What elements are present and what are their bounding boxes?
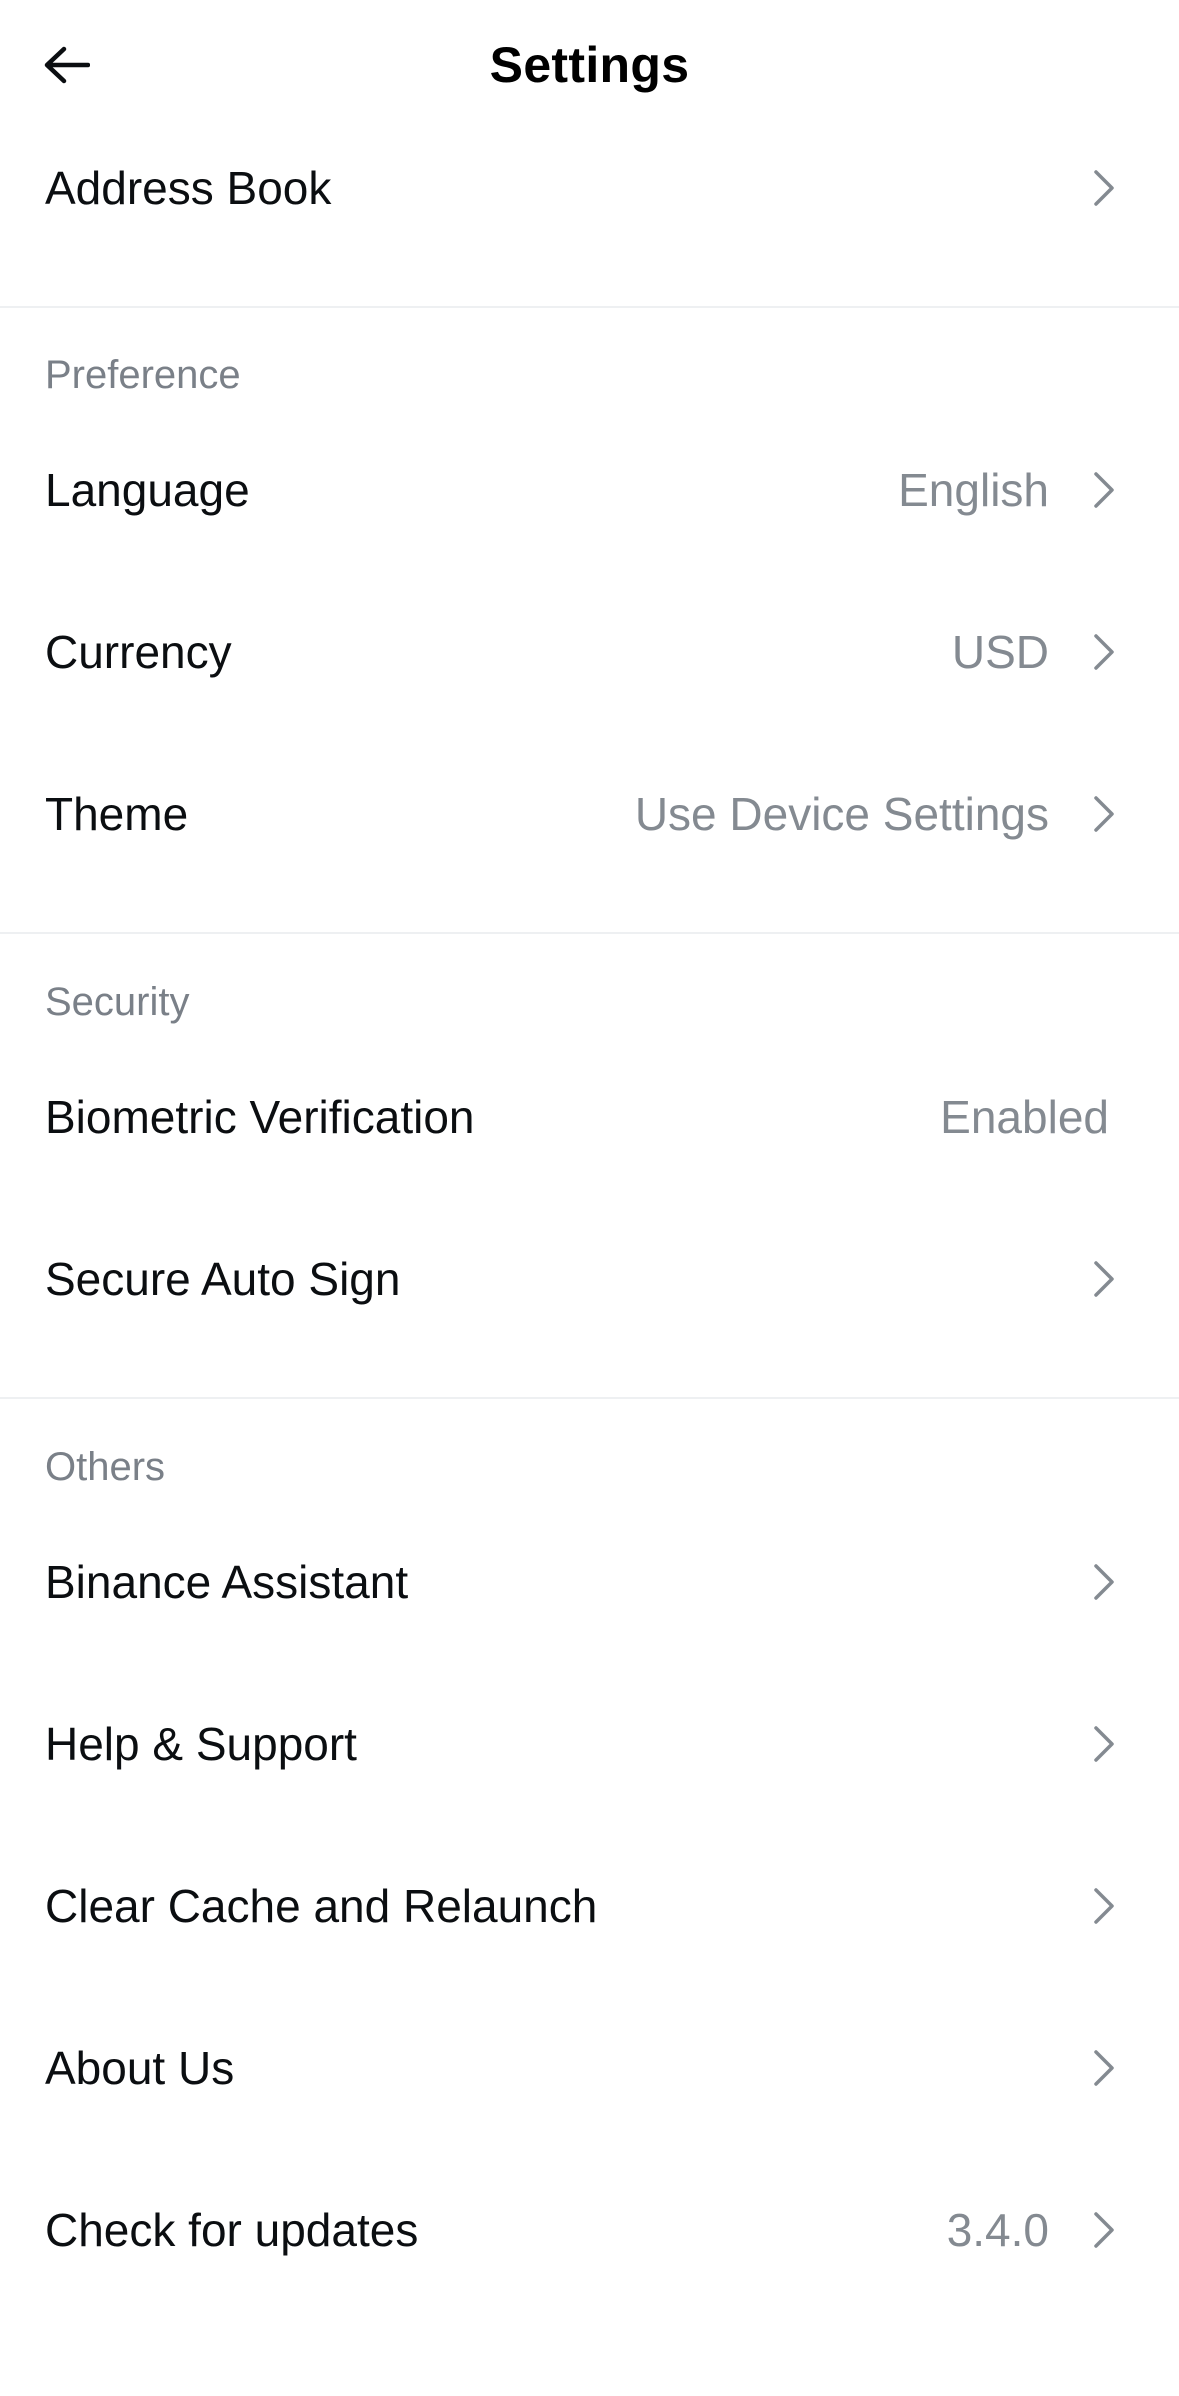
settings-row-biometric-verification[interactable]: Biometric Verification Enabled <box>0 1052 1179 1182</box>
chevron-right-icon <box>1084 1558 1124 1606</box>
row-label: Binance Assistant <box>45 1556 409 1608</box>
row-label: Check for updates <box>45 2204 419 2256</box>
row-label: Currency <box>45 626 232 678</box>
settings-row-clear-cache[interactable]: Clear Cache and Relaunch <box>0 1841 1179 1971</box>
settings-row-language[interactable]: Language English <box>0 425 1179 555</box>
header: Settings <box>0 0 1179 130</box>
chevron-right-icon <box>1084 790 1124 838</box>
chevron-right-icon <box>1084 164 1124 212</box>
row-label: Language <box>45 464 250 516</box>
row-value: USD <box>951 626 1049 678</box>
section-divider <box>0 932 1179 934</box>
row-value: English <box>898 464 1049 516</box>
page-title: Settings <box>489 37 690 93</box>
settings-screen: Settings Address Book Preference Languag… <box>0 0 1179 2396</box>
chevron-right-icon <box>1084 2044 1124 2092</box>
section-divider <box>0 306 1179 308</box>
settings-row-help-support[interactable]: Help & Support <box>0 1679 1179 1809</box>
section-title-others: Others <box>45 1445 166 1489</box>
row-label: Address Book <box>45 162 332 214</box>
settings-row-currency[interactable]: Currency USD <box>0 587 1179 717</box>
settings-row-about-us[interactable]: About Us <box>0 2003 1179 2133</box>
section-title-preference: Preference <box>45 353 241 397</box>
settings-row-address-book[interactable]: Address Book <box>0 123 1179 253</box>
chevron-right-icon <box>1084 1255 1124 1303</box>
row-label: Theme <box>45 788 189 840</box>
settings-row-secure-auto-sign[interactable]: Secure Auto Sign <box>0 1214 1179 1344</box>
chevron-right-icon <box>1084 466 1124 514</box>
section-title-security: Security <box>45 980 190 1024</box>
row-label: Clear Cache and Relaunch <box>45 1880 598 1932</box>
row-value: Use Device Settings <box>634 788 1049 840</box>
chevron-right-icon <box>1084 1882 1124 1930</box>
settings-row-check-updates[interactable]: Check for updates 3.4.0 <box>0 2165 1179 2295</box>
chevron-right-icon <box>1084 1720 1124 1768</box>
row-label: Secure Auto Sign <box>45 1253 401 1305</box>
row-value: 3.4.0 <box>946 2204 1049 2256</box>
chevron-right-icon <box>1084 628 1124 676</box>
settings-row-theme[interactable]: Theme Use Device Settings <box>0 749 1179 879</box>
row-label: About Us <box>45 2042 235 2094</box>
row-label: Help & Support <box>45 1718 357 1770</box>
row-value: Enabled <box>940 1091 1109 1143</box>
chevron-right-icon <box>1084 2206 1124 2254</box>
section-divider <box>0 1397 1179 1399</box>
row-label: Biometric Verification <box>45 1091 475 1143</box>
settings-row-binance-assistant[interactable]: Binance Assistant <box>0 1517 1179 1647</box>
